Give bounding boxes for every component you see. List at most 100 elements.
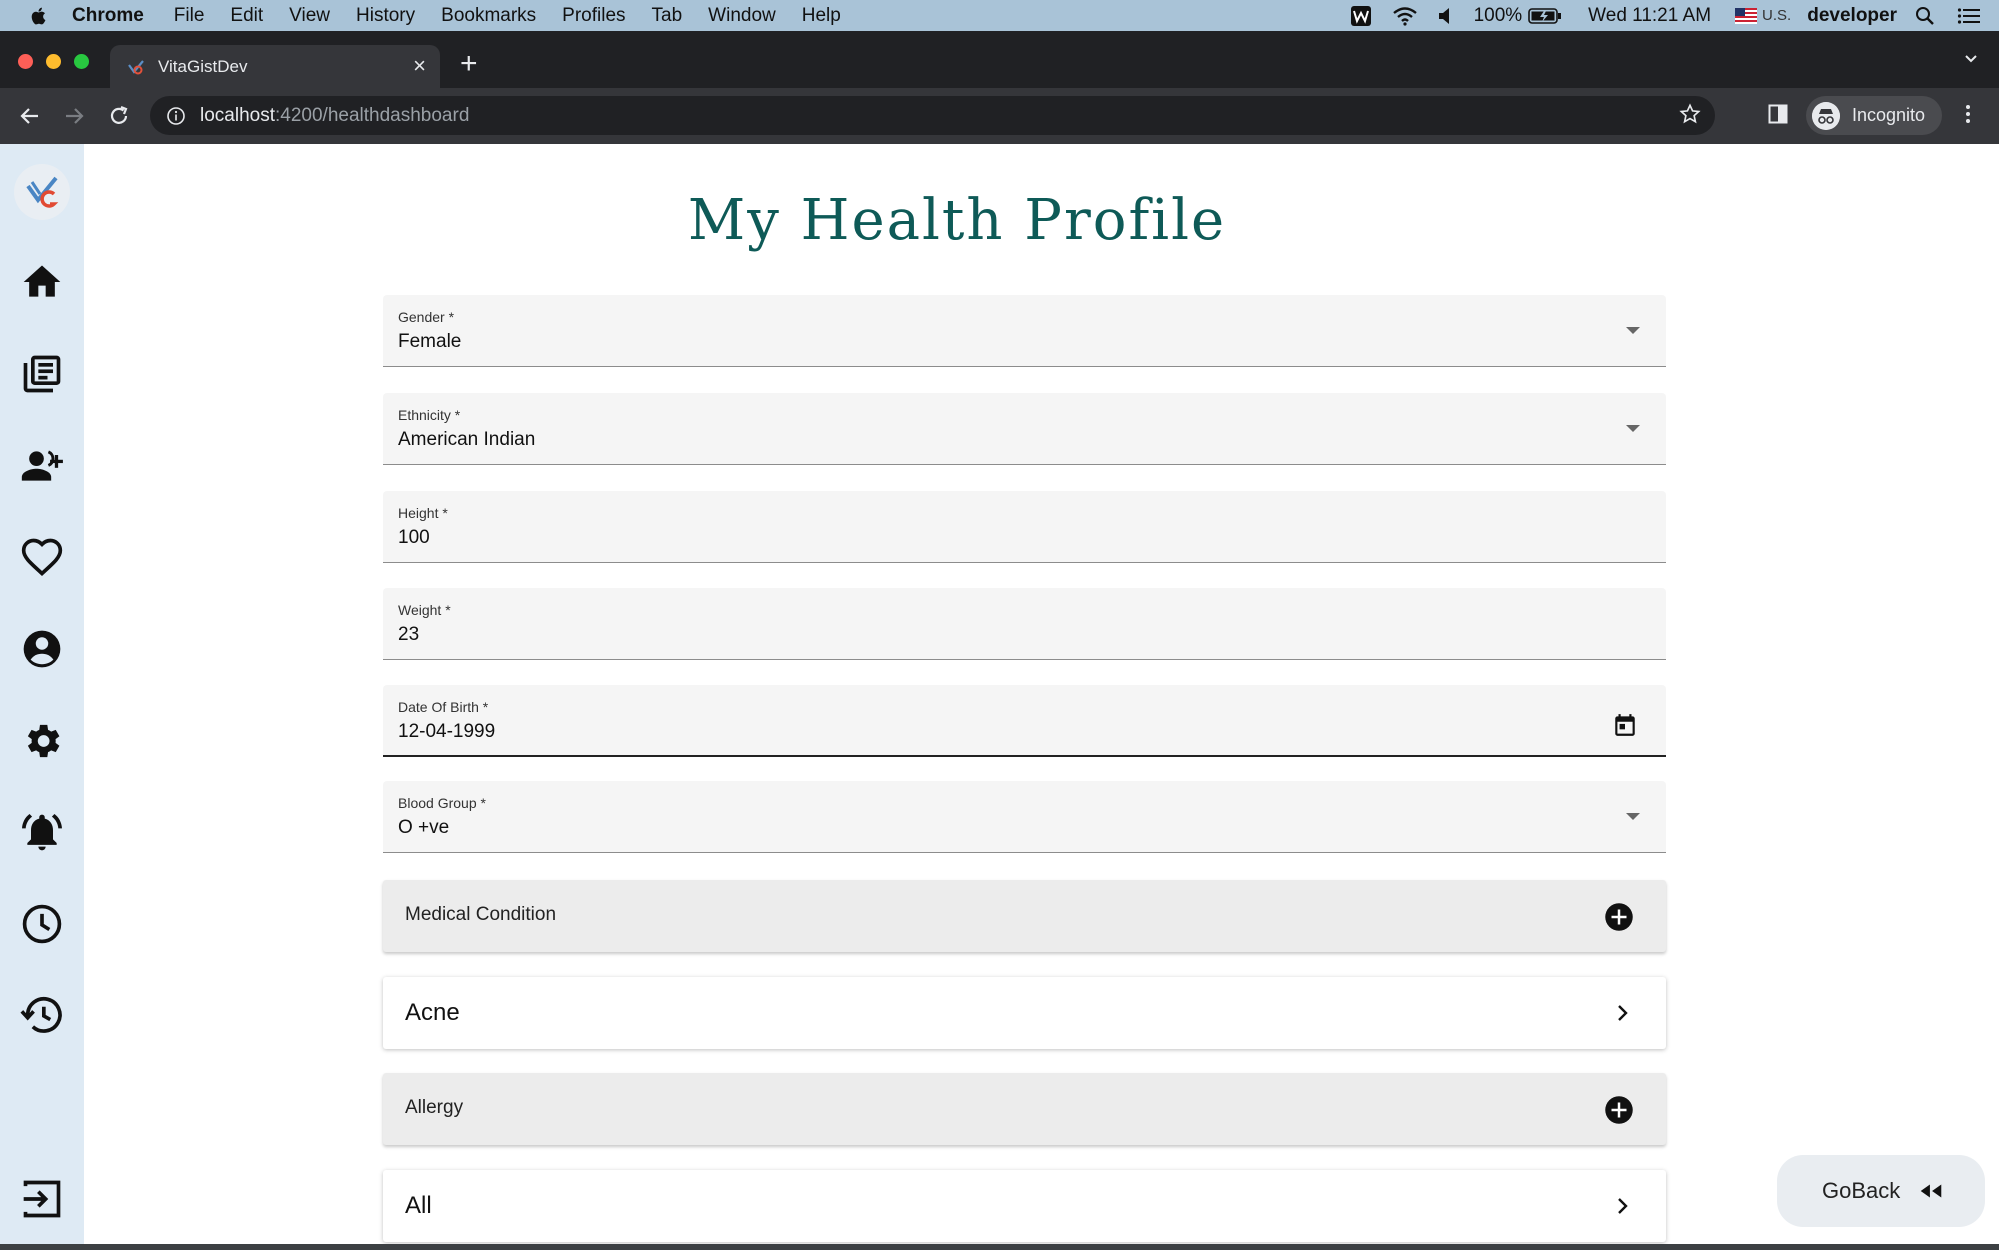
- new-tab-button[interactable]: +: [460, 49, 478, 79]
- gender-dropdown-arrow-icon[interactable]: [1626, 327, 1640, 334]
- battery-percent: 100%: [1473, 4, 1523, 26]
- page-title: My Health Profile: [687, 188, 1227, 253]
- gender-select[interactable]: Gender * Female: [383, 295, 1666, 367]
- settings-icon[interactable]: [20, 719, 64, 763]
- goback-label: GoBack: [1822, 1178, 1901, 1203]
- account-icon[interactable]: [20, 627, 64, 671]
- input-source-label[interactable]: U.S.: [1762, 7, 1791, 24]
- gender-label: Gender *: [398, 309, 455, 325]
- height-value[interactable]: 100: [398, 527, 430, 549]
- vitagist-favicon: [128, 59, 144, 74]
- notification-active-icon[interactable]: [20, 810, 64, 854]
- date-of-birth-value[interactable]: 12-04-1999: [398, 721, 495, 743]
- ethnicity-select[interactable]: Ethnicity * American Indian: [383, 393, 1666, 465]
- menu-file[interactable]: File: [174, 5, 205, 27]
- chevron-right-icon[interactable]: [1610, 1001, 1634, 1025]
- blood-group-value: O +ve: [398, 817, 450, 838]
- menubar-clock[interactable]: Wed 11:21 AM: [1588, 5, 1711, 27]
- menubar-user[interactable]: developer: [1807, 5, 1897, 27]
- address-bar[interactable]: localhost :4200/healthdashboard: [150, 96, 1715, 135]
- ethnicity-dropdown-arrow-icon[interactable]: [1626, 425, 1640, 432]
- forward-arrow-icon[interactable]: [62, 104, 86, 128]
- window-minimize-button[interactable]: [46, 54, 61, 69]
- spotlight-search-icon[interactable]: [1915, 6, 1935, 26]
- allergy-item-label: All: [405, 1192, 432, 1219]
- menubar-status-area: 100% Wed 11:21 AM U.S. developer: [1330, 0, 1981, 31]
- gender-value: Female: [398, 331, 462, 352]
- medical-condition-item-label: Acne: [405, 999, 460, 1026]
- window-close-button[interactable]: [18, 54, 33, 69]
- chevron-right-icon[interactable]: [1610, 1194, 1634, 1218]
- medical-condition-title: Medical Condition: [405, 904, 557, 925]
- medical-condition-header: Medical Condition: [383, 880, 1666, 952]
- allergy-item[interactable]: All: [383, 1170, 1666, 1242]
- incognito-icon: [1812, 101, 1840, 130]
- menu-tab[interactable]: Tab: [652, 5, 683, 27]
- date-of-birth-label: Date Of Birth *: [398, 699, 489, 715]
- control-center-icon[interactable]: [1957, 7, 1981, 25]
- weight-label: Weight *: [398, 602, 451, 618]
- apple-icon[interactable]: [28, 5, 50, 27]
- incognito-profile-button[interactable]: Incognito: [1806, 96, 1942, 135]
- tab-title: VitaGistDev: [158, 56, 248, 76]
- fast-rewind-icon: [1920, 1184, 1942, 1198]
- date-of-birth-input[interactable]: Date Of Birth * 12-04-1999: [383, 685, 1666, 757]
- menu-help[interactable]: Help: [802, 5, 841, 27]
- clock-icon[interactable]: [20, 902, 64, 946]
- browser-menu-icon[interactable]: [1962, 102, 1974, 126]
- tab-close-icon[interactable]: ×: [413, 55, 426, 77]
- medical-condition-item[interactable]: Acne: [383, 977, 1666, 1049]
- app-status-icon[interactable]: [1350, 5, 1372, 27]
- browser-toolbar: localhost :4200/healthdashboard Incognit…: [0, 88, 1999, 144]
- ethnicity-value: American Indian: [398, 429, 536, 450]
- side-panel-icon[interactable]: [1768, 104, 1788, 124]
- blood-group-select[interactable]: Blood Group * O +ve: [383, 781, 1666, 853]
- height-input[interactable]: Height * 100: [383, 491, 1666, 563]
- macos-menubar: Chrome File Edit View History Bookmarks …: [0, 0, 1999, 31]
- menu-app-name[interactable]: Chrome: [72, 5, 144, 27]
- allergy-title: Allergy: [405, 1097, 464, 1118]
- heart-icon[interactable]: [20, 535, 64, 579]
- vitagist-logo-icon: [26, 176, 59, 208]
- browser-tab-active[interactable]: VitaGistDev ×: [110, 45, 440, 88]
- desktop-strip: [0, 1244, 1999, 1250]
- back-arrow-icon[interactable]: [18, 104, 42, 128]
- blood-group-dropdown-arrow-icon[interactable]: [1626, 813, 1640, 820]
- menu-bookmarks[interactable]: Bookmarks: [441, 5, 536, 27]
- menu-profiles[interactable]: Profiles: [562, 5, 625, 27]
- add-user-icon[interactable]: [20, 444, 64, 488]
- bookmark-star-icon[interactable]: [1679, 103, 1701, 125]
- ethnicity-label: Ethnicity *: [398, 407, 461, 423]
- reload-icon[interactable]: [107, 104, 131, 128]
- blood-group-label: Blood Group *: [398, 795, 486, 811]
- menu-history[interactable]: History: [356, 5, 415, 27]
- goback-button[interactable]: GoBack: [1777, 1155, 1985, 1227]
- app-sidebar: [0, 144, 84, 1244]
- browser-tabstrip: VitaGistDev × +: [0, 31, 1999, 88]
- us-flag-icon[interactable]: [1735, 7, 1758, 24]
- add-medical-condition-icon[interactable]: [1604, 902, 1634, 932]
- allergy-header: Allergy: [383, 1073, 1666, 1145]
- url-path: :4200/healthdashboard: [275, 104, 470, 126]
- weight-value[interactable]: 23: [398, 624, 419, 646]
- calendar-icon[interactable]: [1612, 712, 1638, 738]
- site-info-icon[interactable]: [166, 106, 186, 126]
- menu-view[interactable]: View: [289, 5, 330, 27]
- menu-edit[interactable]: Edit: [230, 5, 263, 27]
- volume-icon[interactable]: [1438, 7, 1452, 25]
- tab-search-chevron-icon[interactable]: [1963, 51, 1979, 67]
- history-icon[interactable]: [20, 993, 64, 1037]
- window-zoom-button[interactable]: [74, 54, 89, 69]
- home-icon[interactable]: [20, 260, 64, 304]
- add-allergy-icon[interactable]: [1604, 1095, 1634, 1125]
- vitagist-logo[interactable]: [14, 164, 70, 220]
- articles-icon[interactable]: [20, 352, 64, 396]
- battery-icon[interactable]: [1528, 7, 1562, 25]
- weight-input[interactable]: Weight * 23: [383, 588, 1666, 660]
- url-host: localhost: [200, 104, 275, 126]
- menu-window[interactable]: Window: [708, 5, 776, 27]
- logout-icon[interactable]: [20, 1177, 64, 1221]
- wifi-icon[interactable]: [1392, 6, 1418, 26]
- height-label: Height *: [398, 505, 448, 521]
- incognito-label: Incognito: [1852, 105, 1926, 125]
